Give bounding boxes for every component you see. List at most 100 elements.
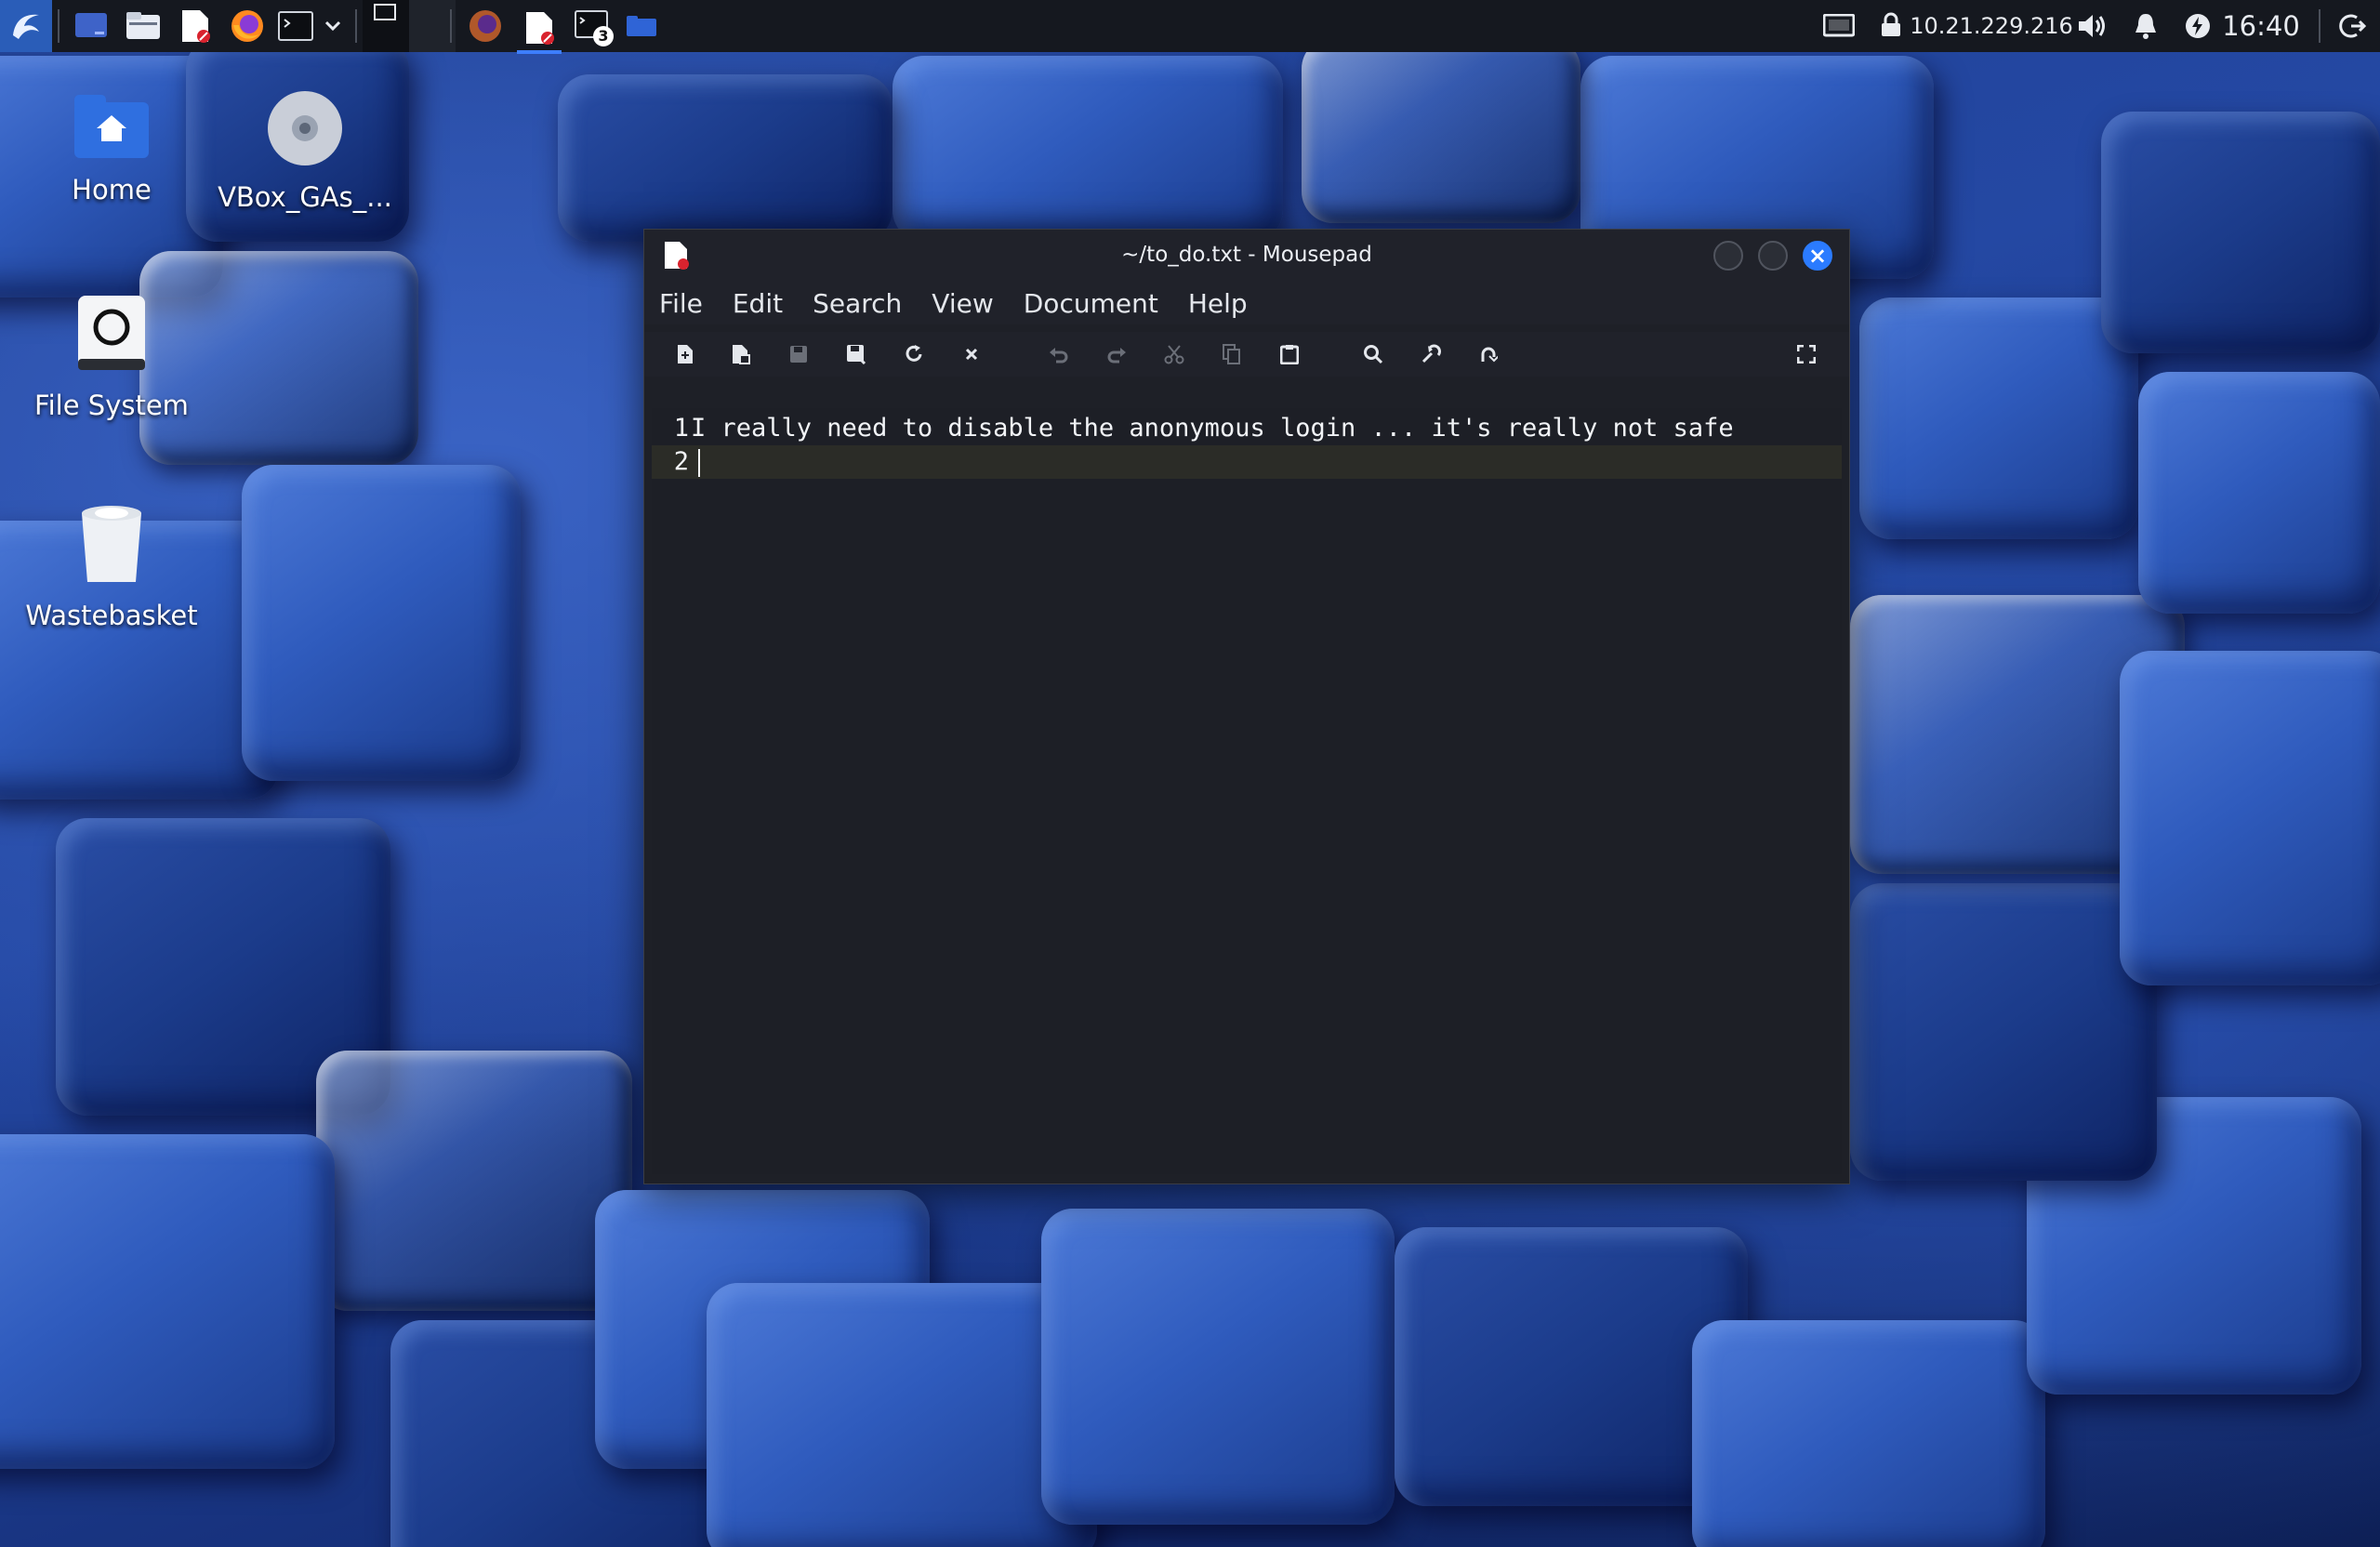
- find-replace-icon: [1421, 344, 1441, 364]
- editor-line: 1 I really need to disable the anonymous…: [652, 412, 1842, 445]
- network-lock-icon: [1882, 12, 1900, 36]
- task-file-manager[interactable]: [621, 6, 662, 46]
- panel-separator: [355, 9, 357, 43]
- line-text: I really need to disable the anonymous l…: [691, 414, 1734, 443]
- firefox-icon: [231, 10, 263, 42]
- top-panel: 3 10.21.229.216 16:40: [0, 0, 2380, 54]
- volume-icon: [2079, 15, 2105, 37]
- new-window-button[interactable]: [724, 337, 758, 371]
- workspace-2[interactable]: [409, 0, 456, 52]
- panel-separator: [450, 9, 452, 43]
- reload-button[interactable]: [897, 337, 931, 371]
- fullscreen-icon: [1797, 345, 1816, 364]
- logout-icon: [2339, 14, 2366, 38]
- trash-icon: [82, 506, 141, 582]
- menu-help[interactable]: Help: [1188, 288, 1248, 319]
- panel-separator: [2319, 9, 2320, 43]
- text-editor-area[interactable]: 1 I really need to disable the anonymous…: [652, 408, 1842, 1174]
- close-button[interactable]: ×: [1803, 241, 1832, 271]
- copy-button[interactable]: [1215, 337, 1249, 371]
- task-terminal-group[interactable]: 3: [569, 6, 615, 46]
- undo-icon: [1050, 348, 1068, 364]
- close-icon: ×: [1807, 243, 1828, 269]
- copy-icon: [1223, 344, 1240, 364]
- redo-icon: [1107, 348, 1126, 364]
- desktop-icon-label: Wastebasket: [25, 600, 198, 631]
- close-document-button[interactable]: [955, 337, 988, 371]
- drive-icon: [78, 296, 145, 370]
- line-number: 1: [673, 414, 689, 443]
- save-as-icon: [847, 345, 866, 364]
- desktop-icon-label: Home: [72, 174, 152, 205]
- task-firefox[interactable]: [465, 6, 506, 46]
- paste-icon: [1280, 345, 1299, 364]
- save-as-button[interactable]: [840, 337, 873, 371]
- go-to-line-button[interactable]: [1472, 337, 1505, 371]
- session-logout-button[interactable]: [2332, 6, 2373, 46]
- window-titlebar[interactable]: ~/to_do.txt - Mousepad ×: [644, 230, 1849, 282]
- home-folder-icon: [627, 16, 656, 36]
- desktop-icon-wastebasket[interactable]: Wastebasket: [19, 502, 205, 631]
- home-folder-icon: [74, 95, 149, 158]
- desktop-icon-label: VBox_GAs_...: [218, 181, 392, 213]
- desktop-icon-label: File System: [34, 390, 189, 421]
- cut-button[interactable]: [1157, 337, 1191, 371]
- menu-view[interactable]: View: [932, 288, 993, 319]
- menu-bar: File Edit Search View Document Help: [644, 282, 1849, 324]
- firefox-icon: [469, 10, 501, 42]
- undo-button[interactable]: [1042, 337, 1076, 371]
- clock[interactable]: 16:40: [2222, 6, 2300, 46]
- close-icon: [965, 348, 978, 361]
- file-manager-launcher[interactable]: [123, 6, 164, 46]
- kali-dragon-icon: [13, 14, 39, 39]
- desktop-icon: [75, 13, 107, 37]
- panel-separator: [58, 9, 60, 43]
- desktop-icon-home[interactable]: Home: [19, 89, 205, 205]
- bell-icon: [2135, 14, 2156, 39]
- reload-icon: [906, 345, 922, 362]
- task-mousepad[interactable]: [517, 6, 562, 54]
- applications-menu-button[interactable]: [0, 0, 52, 52]
- maximize-button[interactable]: [1758, 241, 1788, 271]
- volume-button[interactable]: [2073, 6, 2110, 46]
- show-desktop-button[interactable]: [71, 6, 112, 46]
- folder-icon: [126, 12, 160, 39]
- new-document-button[interactable]: [668, 337, 702, 371]
- firefox-launcher[interactable]: [227, 6, 268, 46]
- find-button[interactable]: [1356, 337, 1390, 371]
- save-icon: [790, 346, 807, 363]
- text-editor-launcher[interactable]: [175, 6, 216, 46]
- terminal-launcher[interactable]: [275, 6, 316, 46]
- terminal-icon: [278, 11, 313, 41]
- save-button[interactable]: [782, 337, 815, 371]
- launcher-dropdown[interactable]: [320, 6, 346, 46]
- search-icon: [1364, 345, 1383, 364]
- power-manager-button[interactable]: [2179, 6, 2216, 46]
- desktop-icon-vbox-cd[interactable]: VBox_GAs_...: [212, 89, 398, 213]
- power-lightning-icon: [2186, 14, 2210, 38]
- task-count-badge: 3: [593, 26, 614, 46]
- menu-search[interactable]: Search: [813, 288, 902, 319]
- network-indicator[interactable]: [1874, 6, 1908, 46]
- menu-document[interactable]: Document: [1024, 288, 1158, 319]
- workspace-1[interactable]: [363, 0, 409, 52]
- text-editor-icon: [182, 10, 210, 43]
- menu-edit[interactable]: Edit: [733, 288, 783, 319]
- line-number: 2: [673, 447, 689, 476]
- chevron-down-icon: [324, 20, 341, 32]
- new-window-icon: [733, 345, 750, 364]
- redo-button[interactable]: [1100, 337, 1133, 371]
- minimize-button[interactable]: [1713, 241, 1743, 271]
- find-replace-button[interactable]: [1414, 337, 1448, 371]
- optical-disc-icon: [268, 91, 342, 165]
- paste-button[interactable]: [1273, 337, 1306, 371]
- screen-layout-indicator[interactable]: [1820, 6, 1858, 46]
- ip-address-label: 10.21.229.216: [1910, 13, 2073, 39]
- fullscreen-button[interactable]: [1790, 337, 1823, 371]
- toolbar: [644, 332, 1849, 377]
- text-cursor: [698, 449, 700, 477]
- desktop-icon-filesystem[interactable]: File System: [19, 294, 205, 421]
- new-document-icon: [678, 345, 693, 364]
- notifications-button[interactable]: [2127, 6, 2164, 46]
- menu-file[interactable]: File: [659, 288, 703, 319]
